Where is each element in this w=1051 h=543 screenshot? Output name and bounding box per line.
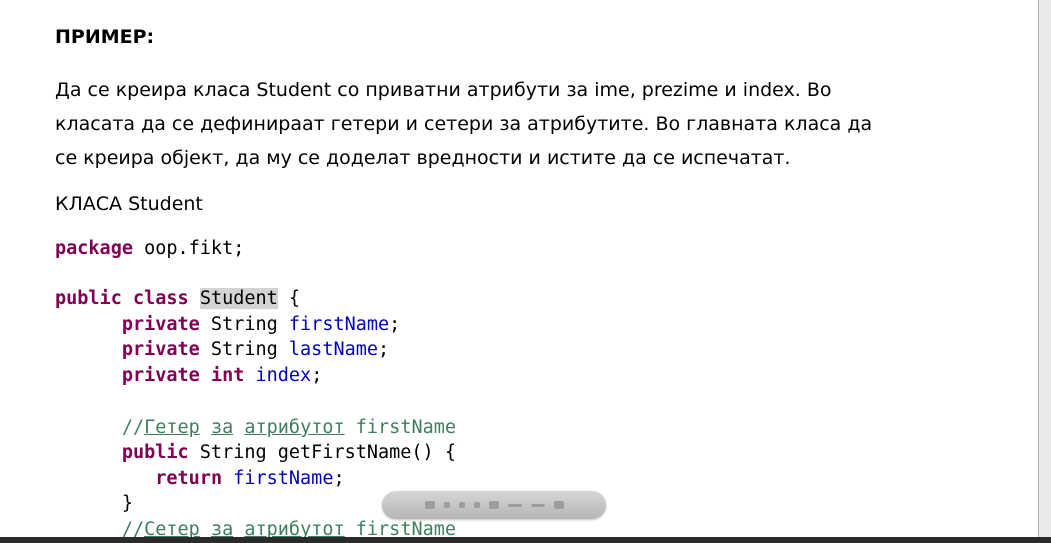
semicolon: ; — [389, 314, 401, 335]
example-heading: ПРИМЕР: — [55, 26, 155, 48]
keyword: return — [155, 468, 223, 489]
code-line-class: public class Student { — [55, 288, 300, 309]
semicolon: ; — [378, 339, 390, 360]
document-page: ПРИМЕР: Да се креира класа Student со пр… — [0, 0, 1038, 540]
brace: } — [121, 493, 133, 514]
keyword: private — [121, 314, 200, 335]
field-name: firstName — [233, 468, 334, 489]
viewer-toolbar[interactable] — [382, 491, 606, 519]
keyword: package — [55, 238, 133, 259]
class-subheading: КЛАСА Student — [55, 193, 203, 215]
zoom-in-icon[interactable] — [507, 503, 522, 507]
method-signature: String getFirstName() { — [188, 442, 456, 463]
comment-slashes: // — [121, 417, 145, 438]
keyword: private — [121, 365, 200, 386]
code-line-field: private String lastName; — [55, 339, 389, 360]
brace: { — [277, 288, 301, 309]
code-line-field: private int index; — [55, 365, 323, 386]
scrollbar[interactable] — [1038, 0, 1051, 543]
comment-word: за — [210, 417, 234, 438]
field-name: firstName — [288, 314, 390, 335]
fit-icon[interactable] — [530, 503, 545, 507]
code-line-package: package oop.fikt; — [55, 238, 244, 259]
comment-word: Гетер — [144, 417, 200, 438]
zoom-out-icon[interactable] — [473, 502, 480, 508]
paragraph-line: класата да се дефинираат гетери и сетери… — [55, 113, 873, 135]
comment-word: firstName — [344, 417, 457, 438]
package-name: oop.fikt; — [132, 238, 245, 259]
keyword: private — [121, 339, 200, 360]
prev-icon[interactable] — [443, 502, 450, 508]
paragraph-line: Да се креира класа Student со приватни а… — [55, 79, 832, 101]
page-icon[interactable] — [458, 502, 465, 508]
code-line-return: return firstName; — [55, 468, 345, 489]
keyword: public — [121, 442, 189, 463]
first-page-icon[interactable] — [424, 501, 435, 509]
type: String — [199, 314, 289, 335]
comment-word: атрибутот — [244, 417, 345, 438]
code-comment-getter: //Гетер за атрибутот firstName — [55, 417, 456, 438]
code-line-close: } — [55, 493, 133, 514]
collapse-icon[interactable] — [553, 501, 564, 509]
code-line-getter: public String getFirstName() { — [55, 442, 456, 463]
keyword: int — [210, 365, 245, 386]
semicolon: ; — [311, 365, 323, 386]
window-bottom-border — [0, 537, 1051, 543]
semicolon: ; — [333, 468, 345, 489]
field-name: index — [255, 365, 312, 386]
task-paragraph: Да се креира класа Student со приватни а… — [55, 73, 955, 175]
zoom-icon[interactable] — [488, 501, 499, 509]
type: String — [199, 339, 289, 360]
code-line-field: private String firstName; — [55, 314, 400, 335]
keyword: public — [55, 288, 122, 309]
paragraph-line: се креира објект, да му се доделат вредн… — [55, 147, 791, 169]
field-name: lastName — [288, 339, 379, 360]
class-name-highlight: Student — [199, 288, 278, 309]
keyword: class — [132, 288, 189, 309]
